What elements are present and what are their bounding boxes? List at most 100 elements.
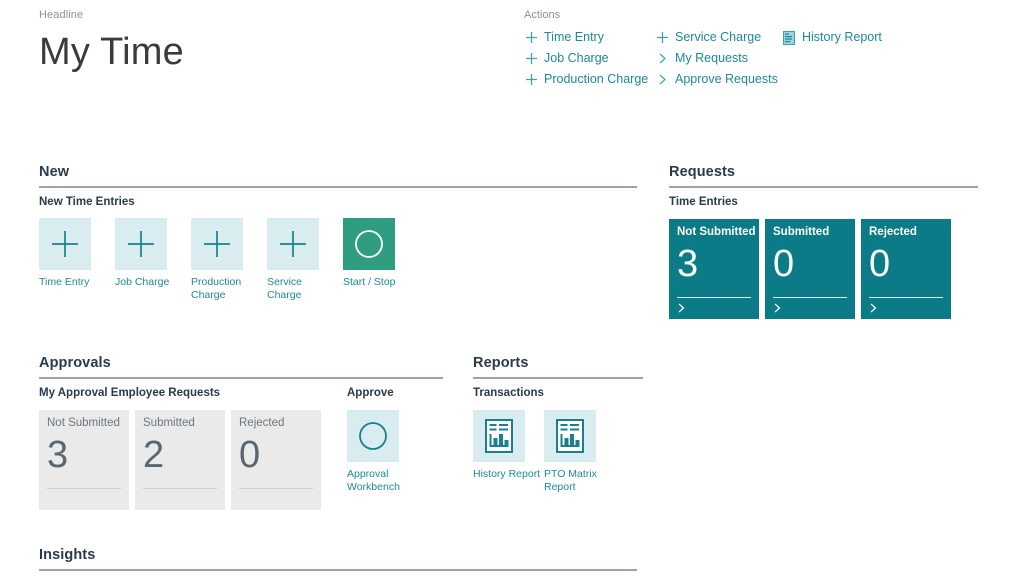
tile-label: Job Charge <box>115 276 177 289</box>
count-tile-divider <box>677 297 751 298</box>
count-tile-value: 2 <box>143 432 164 478</box>
headline-caption: Headline <box>39 8 184 22</box>
count-tile-divider <box>773 297 847 298</box>
insights-section: Insights <box>39 546 637 571</box>
section-divider <box>39 569 637 571</box>
count-tile-label: Submitted <box>773 225 829 240</box>
action-job-charge[interactable]: Job Charge <box>524 48 655 69</box>
action-history-report[interactable]: History Report <box>782 27 922 48</box>
chevron-right-icon <box>655 52 669 66</box>
section-divider <box>39 186 637 188</box>
count-tile-value: 0 <box>773 241 794 287</box>
count-tile-value: 0 <box>239 432 260 478</box>
count-tile-label: Rejected <box>869 225 917 240</box>
count-tile-divider <box>47 488 121 489</box>
report-icon <box>782 31 796 45</box>
tile-approval-workbench[interactable]: Approval Workbench <box>347 410 423 494</box>
count-tile-divider <box>143 488 217 489</box>
group-title-new-time-entries: New Time Entries <box>39 195 637 210</box>
tile-start-stop[interactable]: Start / Stop <box>343 218 419 302</box>
approve-group: Approve Approval Workbench <box>347 386 437 494</box>
tile-icon-box <box>39 218 91 270</box>
tile-label: History Report <box>473 468 541 481</box>
action-my-requests[interactable]: My Requests <box>655 48 782 69</box>
plus-icon <box>655 31 669 45</box>
report-icon <box>485 419 513 453</box>
action-label: Service Charge <box>675 27 761 48</box>
count-tile-submitted[interactable]: Submitted 0 <box>765 219 855 319</box>
count-tile-label: Rejected <box>239 416 284 431</box>
chevron-right-icon <box>655 73 669 87</box>
reports-tile-row: History Report PTO Matrix Report <box>473 410 643 494</box>
tile-label: Production Charge <box>191 276 253 302</box>
approval-tile-not-submitted[interactable]: Not Submitted 3 <box>39 410 129 510</box>
tile-label: PTO Matrix Report <box>544 468 612 494</box>
plus-icon <box>524 31 538 45</box>
plus-icon <box>50 229 80 259</box>
action-label: Approve Requests <box>675 69 778 90</box>
requests-section: Requests Time Entries Not Submitted 3 Su… <box>669 163 978 319</box>
tile-icon-box <box>544 410 596 462</box>
section-divider <box>473 377 643 379</box>
chevron-right-icon[interactable] <box>868 301 880 315</box>
plus-icon <box>524 52 538 66</box>
tile-history-report[interactable]: History Report <box>473 410 544 494</box>
action-label: Job Charge <box>544 48 609 69</box>
section-title-new: New <box>39 163 637 181</box>
action-label: Time Entry <box>544 27 604 48</box>
circle-icon <box>356 419 390 453</box>
count-tile-value: 3 <box>677 241 698 287</box>
section-divider <box>669 186 978 188</box>
new-section: New New Time Entries Time Entry Job Char… <box>39 163 637 302</box>
plus-icon <box>202 229 232 259</box>
section-title-requests: Requests <box>669 163 978 181</box>
tile-service-charge[interactable]: Service Charge <box>267 218 343 302</box>
section-title-approvals: Approvals <box>39 354 443 372</box>
headline-block: Headline My Time <box>39 8 184 76</box>
action-service-charge[interactable]: Service Charge <box>655 27 782 48</box>
actions-column-3: History Report <box>782 27 922 48</box>
approval-tile-rejected[interactable]: Rejected 0 <box>231 410 321 510</box>
group-title-approve: Approve <box>347 386 437 401</box>
action-approve-requests[interactable]: Approve Requests <box>655 69 782 90</box>
tile-label: Time Entry <box>39 276 101 289</box>
plus-icon <box>126 229 156 259</box>
approval-tile-submitted[interactable]: Submitted 2 <box>135 410 225 510</box>
section-title-insights: Insights <box>39 546 637 564</box>
tile-icon-box <box>473 410 525 462</box>
reports-section: Reports Transactions History Report <box>473 354 643 494</box>
tile-icon-box <box>267 218 319 270</box>
chevron-right-icon[interactable] <box>772 301 784 315</box>
group-title-time-entries: Time Entries <box>669 195 978 210</box>
count-tile-value: 0 <box>869 241 890 287</box>
action-label: My Requests <box>675 48 748 69</box>
tile-icon-box <box>347 410 399 462</box>
tile-pto-matrix-report[interactable]: PTO Matrix Report <box>544 410 615 494</box>
count-tile-rejected[interactable]: Rejected 0 <box>861 219 951 319</box>
action-label: Production Charge <box>544 69 648 90</box>
tile-icon-box <box>343 218 395 270</box>
action-time-entry[interactable]: Time Entry <box>524 27 655 48</box>
tile-label: Start / Stop <box>343 276 405 289</box>
report-icon <box>556 419 584 453</box>
section-title-reports: Reports <box>473 354 643 372</box>
page-title: My Time <box>39 28 184 76</box>
approve-tile-row: Approval Workbench <box>347 410 437 494</box>
action-production-charge[interactable]: Production Charge <box>524 69 655 90</box>
tile-time-entry[interactable]: Time Entry <box>39 218 115 302</box>
count-tile-divider <box>869 297 943 298</box>
group-title-transactions: Transactions <box>473 386 643 401</box>
actions-column-2: Service Charge My Requests Approve Reque… <box>655 27 782 90</box>
tile-icon-box <box>191 218 243 270</box>
tile-production-charge[interactable]: Production Charge <box>191 218 267 302</box>
count-tile-not-submitted[interactable]: Not Submitted 3 <box>669 219 759 319</box>
actions-column-1: Time Entry Job Charge Production Charge <box>524 27 655 90</box>
tile-label: Approval Workbench <box>347 468 409 494</box>
plus-icon <box>278 229 308 259</box>
tile-job-charge[interactable]: Job Charge <box>115 218 191 302</box>
circle-icon <box>352 227 386 261</box>
action-label: History Report <box>802 27 882 48</box>
new-tile-row: Time Entry Job Charge Production Charge … <box>39 218 637 302</box>
count-tile-label: Submitted <box>143 416 195 431</box>
chevron-right-icon[interactable] <box>676 301 688 315</box>
